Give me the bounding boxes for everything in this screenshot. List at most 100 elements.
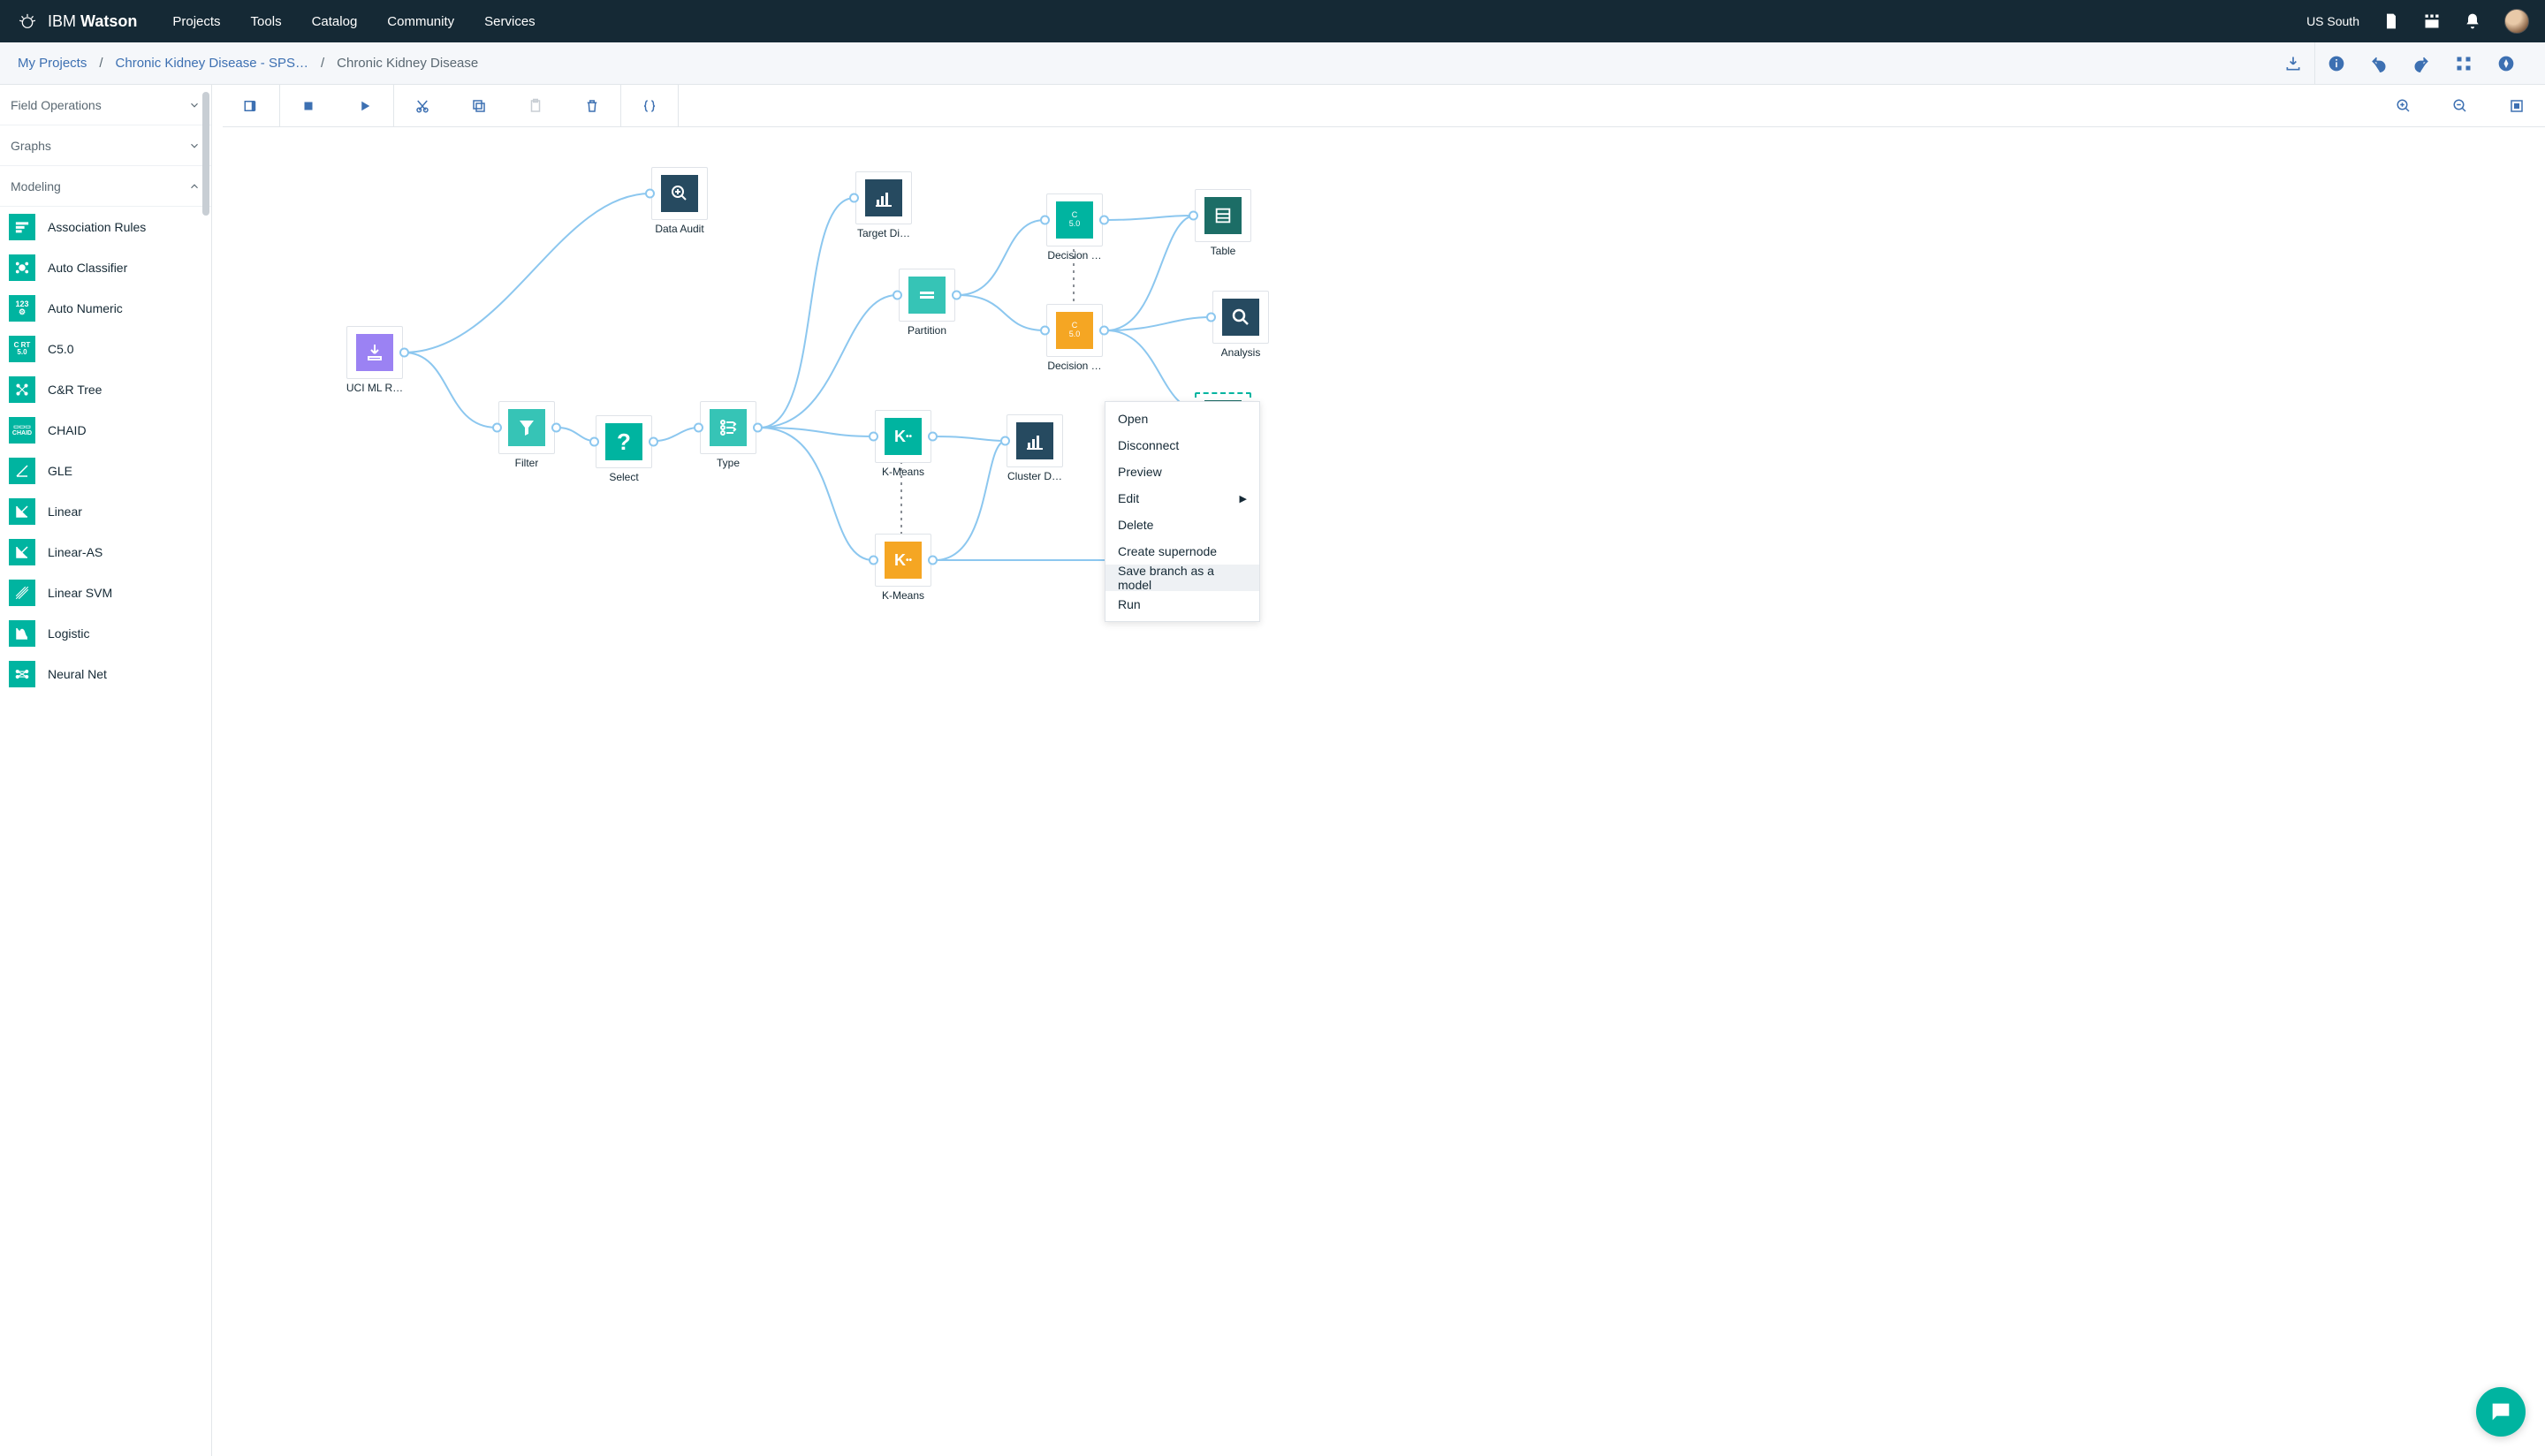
top-nav: Projects Tools Catalog Community Service…: [172, 14, 535, 29]
run-button[interactable]: [337, 85, 393, 127]
redo-button[interactable]: [2400, 42, 2442, 85]
auto-numeric-icon: 123⚙: [9, 295, 35, 322]
palette-association-rules[interactable]: Association Rules: [0, 207, 211, 247]
ctx-delete[interactable]: Delete: [1105, 512, 1259, 538]
group-label: Graphs: [11, 139, 51, 153]
group-field-operations[interactable]: Field Operations: [0, 85, 211, 125]
ctx-disconnect[interactable]: Disconnect: [1105, 432, 1259, 459]
palette-linear-svm[interactable]: Linear SVM: [0, 573, 211, 613]
crumb-project[interactable]: Chronic Kidney Disease - SPS…: [116, 56, 308, 71]
palette-auto-classifier[interactable]: Auto Classifier: [0, 247, 211, 288]
download-button[interactable]: [2272, 42, 2314, 85]
node-cluster-distribution[interactable]: Cluster D…: [1007, 414, 1063, 482]
palette-label: C&R Tree: [48, 383, 102, 397]
c50-icon: C RT5.0: [9, 336, 35, 362]
edges-layer: [223, 127, 2545, 1456]
palette-gle[interactable]: GLE: [0, 451, 211, 491]
node-label: K-Means: [882, 589, 924, 602]
zoom-in-button[interactable]: [2375, 85, 2432, 127]
canvas-toolbar: [223, 85, 2545, 127]
group-graphs[interactable]: Graphs: [0, 125, 211, 166]
palette-label: CHAID: [48, 423, 87, 437]
ctx-save-branch[interactable]: Save branch as a model: [1105, 565, 1259, 591]
brand-text: IBM Watson: [48, 12, 137, 31]
node-kmeans-2[interactable]: K•• K-Means: [875, 534, 931, 602]
palette-label: GLE: [48, 464, 72, 478]
crumb-separator: /: [99, 56, 103, 71]
copy-button[interactable]: [451, 85, 507, 127]
node-decision-2[interactable]: C5.0 Decision …: [1046, 304, 1103, 372]
chevron-down-icon: [188, 99, 201, 111]
node-select[interactable]: ? Select: [596, 415, 652, 483]
stop-button[interactable]: [280, 85, 337, 127]
palette-linear-as[interactable]: Linear-AS: [0, 532, 211, 573]
toggle-palette-button[interactable]: [223, 85, 279, 127]
flow-canvas[interactable]: UCI ML R… Data Audit Filter ? Select Typ…: [223, 127, 2545, 1456]
node-label: Target Di…: [857, 227, 910, 239]
node-target-distribution[interactable]: Target Di…: [855, 171, 912, 239]
nav-community[interactable]: Community: [387, 14, 454, 29]
user-avatar[interactable]: [2504, 9, 2529, 34]
palette-label: Linear SVM: [48, 586, 112, 600]
grid-icon[interactable]: [2423, 12, 2441, 30]
group-label: Field Operations: [11, 98, 102, 112]
node-decision-1[interactable]: C5.0 Decision …: [1046, 193, 1103, 262]
node-label: Partition: [908, 324, 946, 337]
cut-button[interactable]: [394, 85, 451, 127]
node-data-audit[interactable]: Data Audit: [651, 167, 708, 235]
sidebar-scrollbar[interactable]: [201, 85, 211, 1456]
node-filter[interactable]: Filter: [498, 401, 555, 469]
palette-c50[interactable]: C RT5.0 C5.0: [0, 329, 211, 369]
node-table[interactable]: Table: [1195, 189, 1251, 257]
palette-auto-numeric[interactable]: 123⚙ Auto Numeric: [0, 288, 211, 329]
cr-tree-icon: [9, 376, 35, 403]
zoom-fit-button[interactable]: [2488, 85, 2545, 127]
palette-linear[interactable]: Linear: [0, 491, 211, 532]
node-kmeans-1[interactable]: K•• K-Means: [875, 410, 931, 478]
document-icon[interactable]: [2382, 12, 2400, 30]
palette-label: Linear: [48, 504, 82, 519]
info-button[interactable]: [2315, 42, 2358, 85]
palette-logistic[interactable]: Logistic: [0, 613, 211, 654]
palette-label: Auto Classifier: [48, 261, 127, 275]
chaid-icon: ▭▭▭CHAID: [9, 417, 35, 444]
nav-tools[interactable]: Tools: [251, 14, 282, 29]
association-rules-icon: [9, 214, 35, 240]
palette-neural-net[interactable]: Neural Net: [0, 654, 211, 694]
palette-label: Neural Net: [48, 667, 107, 681]
node-label: Data Audit: [655, 223, 703, 235]
node-partition[interactable]: Partition: [899, 269, 955, 337]
crumb-my-projects[interactable]: My Projects: [18, 56, 87, 71]
ctx-edit[interactable]: Edit ▶: [1105, 485, 1259, 512]
palette-chaid[interactable]: ▭▭▭CHAID CHAID: [0, 410, 211, 451]
ctx-label: Edit: [1118, 491, 1139, 505]
node-type[interactable]: Type: [700, 401, 756, 469]
delete-button[interactable]: [564, 85, 620, 127]
nav-services[interactable]: Services: [484, 14, 536, 29]
arrange-button[interactable]: [2442, 42, 2485, 85]
group-label: Modeling: [11, 179, 61, 193]
bell-icon[interactable]: [2464, 12, 2481, 30]
undo-button[interactable]: [2358, 42, 2400, 85]
logo[interactable]: IBM Watson: [16, 10, 137, 33]
node-label: K-Means: [882, 466, 924, 478]
linear-svm-icon: [9, 580, 35, 606]
ctx-run[interactable]: Run: [1105, 591, 1259, 618]
palette-cr-tree[interactable]: C&R Tree: [0, 369, 211, 410]
nav-catalog[interactable]: Catalog: [312, 14, 358, 29]
chat-help-button[interactable]: [2476, 1387, 2526, 1437]
node-uci-ml[interactable]: UCI ML R…: [346, 326, 403, 394]
ctx-open[interactable]: Open: [1105, 406, 1259, 432]
linear-icon: [9, 498, 35, 525]
chevron-right-icon: ▶: [1240, 493, 1247, 504]
region-selector[interactable]: US South: [2306, 14, 2359, 28]
zoom-out-button[interactable]: [2432, 85, 2488, 127]
paste-button[interactable]: [507, 85, 564, 127]
group-modeling[interactable]: Modeling: [0, 166, 211, 207]
ctx-preview[interactable]: Preview: [1105, 459, 1259, 485]
ctx-supernode[interactable]: Create supernode: [1105, 538, 1259, 565]
compass-button[interactable]: [2485, 42, 2527, 85]
node-analysis[interactable]: Analysis: [1212, 291, 1269, 359]
json-button[interactable]: [621, 85, 678, 127]
nav-projects[interactable]: Projects: [172, 14, 220, 29]
